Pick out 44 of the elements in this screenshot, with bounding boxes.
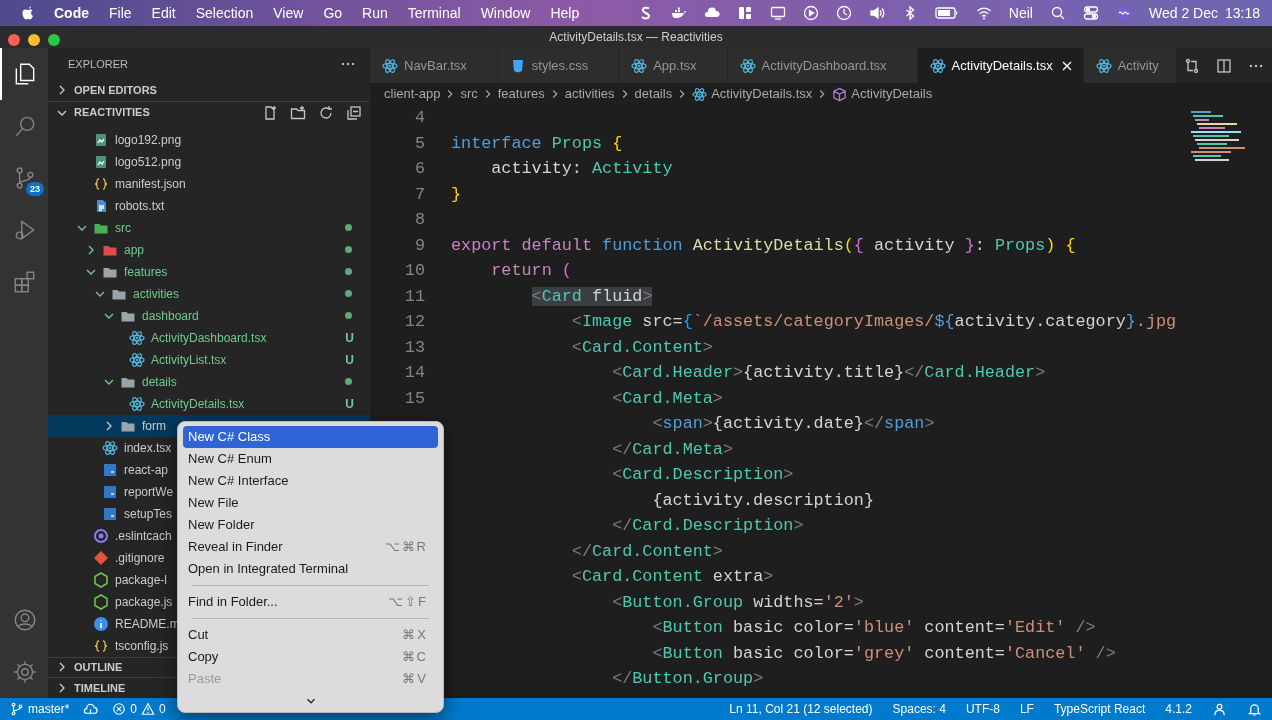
shortcut-label: ⌘V bbox=[402, 670, 428, 689]
code-line: <Card fluid> bbox=[531, 286, 653, 306]
code-line: {activity.description} bbox=[652, 490, 874, 510]
code-line: </Card.Description> bbox=[612, 516, 804, 535]
line-number: 15 bbox=[403, 387, 425, 410]
line-number: 13 bbox=[403, 336, 425, 359]
line-number: 6 bbox=[413, 158, 425, 180]
code-line: <Button basic color='grey' content='Cancel' /> bbox=[652, 643, 1116, 663]
code-line: <Button.Group widths='2'> bbox=[612, 592, 864, 612]
shortcut-label: ⌥⌘R bbox=[384, 538, 428, 557]
code-line: <Card.Content> bbox=[571, 337, 713, 357]
code-line: <Card.Description> bbox=[612, 465, 794, 484]
line-number: 4 bbox=[413, 107, 425, 129]
line-number: 7 bbox=[413, 183, 425, 206]
change-count: 23 bbox=[26, 182, 44, 196]
code-line: </Card.Meta> bbox=[612, 439, 733, 459]
line-number: 10 bbox=[403, 260, 425, 282]
code-line: <Card.Content extra> bbox=[571, 567, 774, 586]
code-line: } bbox=[451, 184, 462, 204]
code-line: export default function ActivityDetails({ activity }: Props) { bbox=[451, 235, 1076, 255]
panel-title: EXPLORER bbox=[68, 56, 128, 72]
git-status: U bbox=[345, 351, 354, 369]
line-number: 12 bbox=[403, 311, 425, 333]
line-number: 5 bbox=[413, 132, 425, 155]
window-title: ActivityDetails.tsx — Reactivities bbox=[549, 29, 723, 46]
code-line: interface Props { bbox=[451, 133, 623, 153]
code-line: <Image src={`/assets/categoryImages/${activity.category}.jpg bbox=[571, 312, 1177, 331]
line-number: 9 bbox=[413, 234, 425, 257]
code-line: <Button basic color='blue' content='Edit' /> bbox=[652, 618, 1096, 637]
code-line: <span>{activity.date}</span> bbox=[652, 414, 935, 433]
git-status: U bbox=[345, 329, 354, 347]
shortcut-label: ⌥⇧F bbox=[388, 593, 428, 612]
shortcut-label: ⌘X bbox=[402, 626, 428, 645]
code-line: <Card.Header>{activity.title}</Card.Header> bbox=[612, 363, 1046, 382]
line-number: 11 bbox=[403, 285, 425, 308]
code-line: <Card.Meta> bbox=[612, 388, 723, 408]
code-line: return ( bbox=[491, 261, 572, 280]
code-line: activity: Activity bbox=[491, 159, 673, 178]
git-status: U bbox=[345, 395, 354, 413]
code-line: </Button.Group> bbox=[612, 669, 764, 688]
line-number: 8 bbox=[413, 209, 425, 231]
shortcut-label: ⌘C bbox=[401, 648, 428, 667]
line-number: 14 bbox=[403, 362, 425, 384]
code-line: </Card.Content> bbox=[571, 541, 723, 561]
